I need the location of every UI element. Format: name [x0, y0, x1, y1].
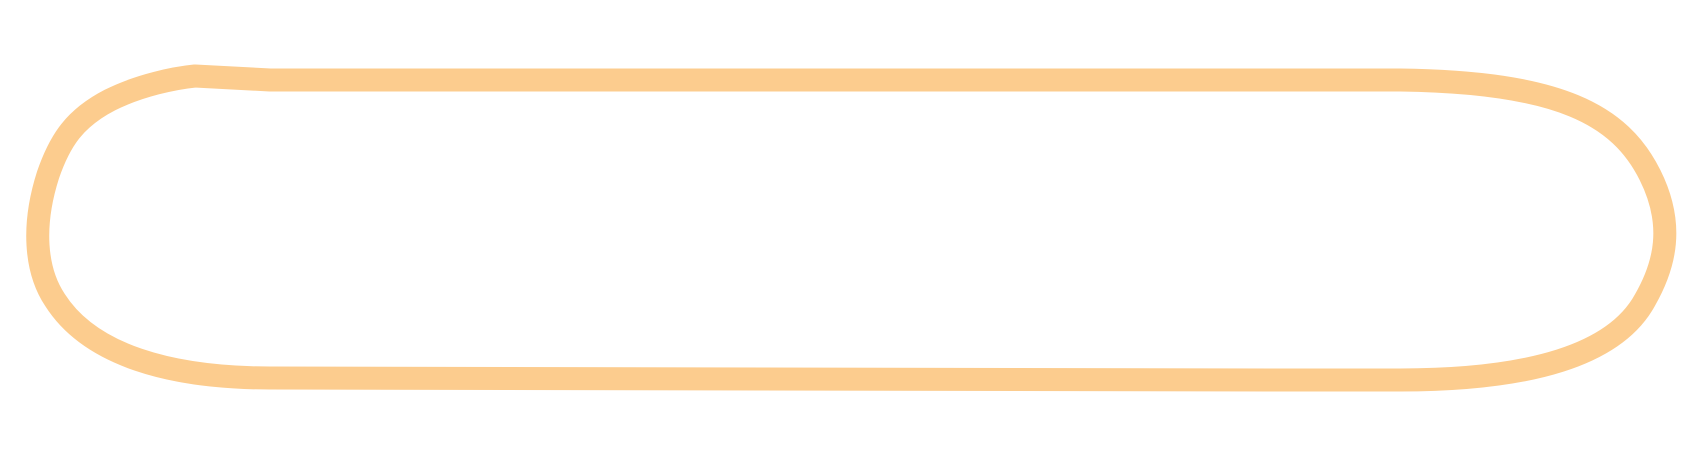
outline-shape [26, 64, 1677, 392]
outline-shape-container [0, 0, 1698, 470]
canvas [0, 0, 1698, 470]
rounded-rectangle-outline [26, 64, 1677, 392]
